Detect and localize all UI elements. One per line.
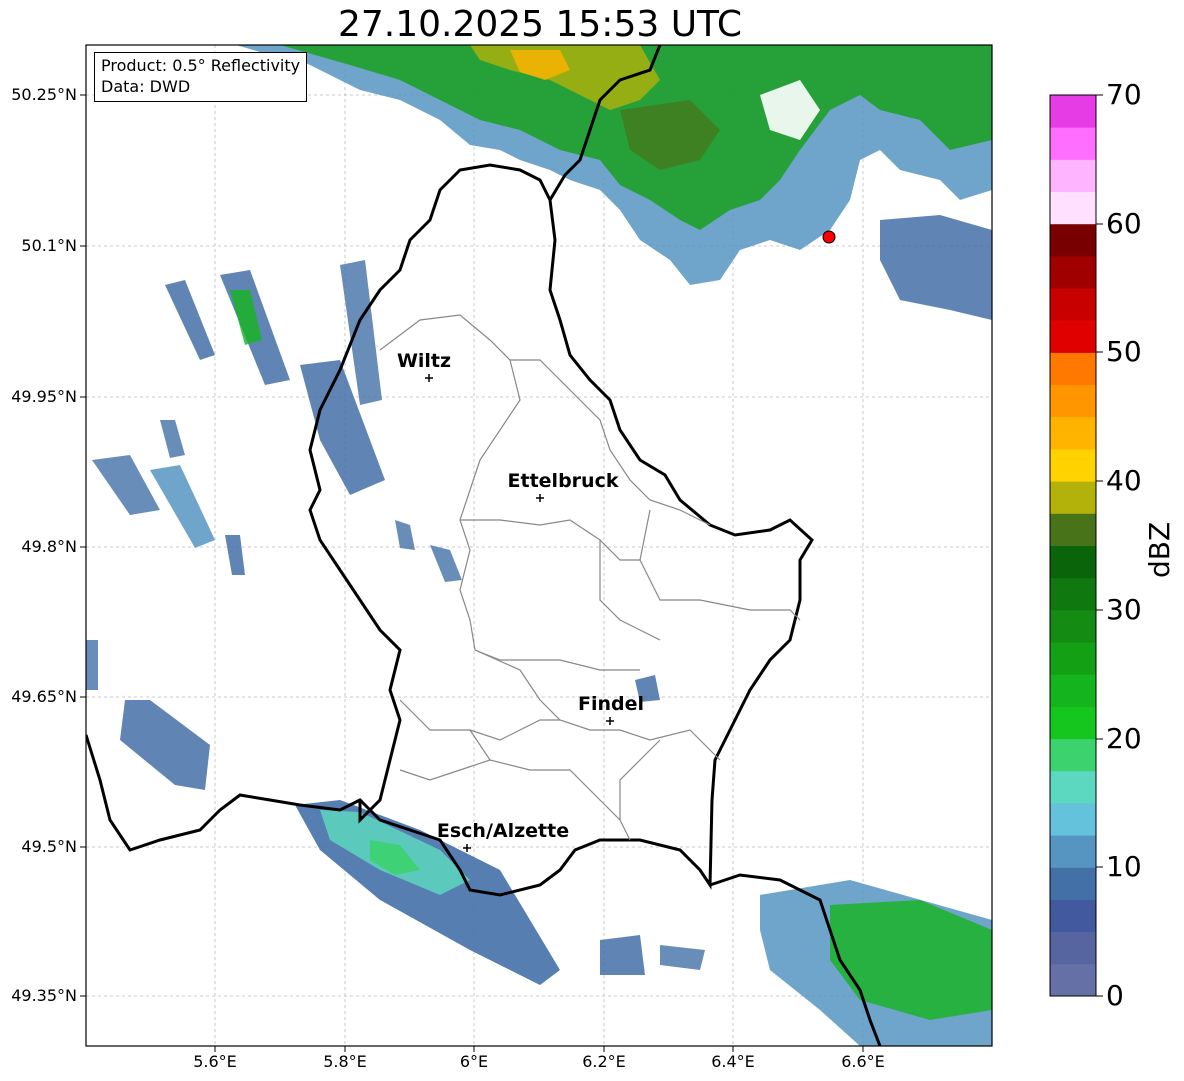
colorbar-segment bbox=[1050, 963, 1096, 997]
echo-west-edge bbox=[86, 640, 98, 690]
colorbar bbox=[1050, 95, 1096, 997]
city-label-esch-alzette: Esch/Alzette bbox=[436, 820, 570, 842]
colorbar-segment bbox=[1050, 770, 1096, 804]
colorbar-segment bbox=[1050, 738, 1096, 772]
colorbar-segment bbox=[1050, 481, 1096, 514]
colorbar-segment bbox=[1050, 95, 1096, 128]
colorbar-segment bbox=[1050, 609, 1096, 643]
lat-label: 49.65°N bbox=[11, 687, 77, 706]
lat-label: 50.1°N bbox=[21, 236, 77, 255]
colorbar-segment bbox=[1050, 513, 1096, 546]
colorbar-tick-label: 20 bbox=[1106, 722, 1142, 755]
lat-label: 50.25°N bbox=[11, 85, 77, 104]
lon-label: 6.2°E bbox=[582, 1052, 626, 1071]
colorbar-segment bbox=[1050, 642, 1096, 675]
colorbar-tick-label: 60 bbox=[1106, 207, 1142, 240]
colorbar-segment bbox=[1050, 835, 1096, 868]
city-label-ettelbruck: Ettelbruck bbox=[507, 470, 619, 492]
colorbar-segment bbox=[1050, 899, 1096, 933]
colorbar-tick-label: 50 bbox=[1106, 335, 1142, 368]
lon-label: 6.6°E bbox=[841, 1052, 885, 1071]
colorbar-segment bbox=[1050, 127, 1096, 160]
product-label: Product: 0.5° Reflectivity bbox=[101, 56, 301, 75]
colorbar-tick-label: 70 bbox=[1106, 78, 1142, 111]
colorbar-segment bbox=[1050, 706, 1096, 740]
colorbar-segment bbox=[1050, 931, 1096, 965]
colorbar-segment bbox=[1050, 674, 1096, 707]
colorbar-segment bbox=[1050, 802, 1096, 836]
echo-south-small bbox=[600, 935, 645, 975]
lon-label: 5.6°E bbox=[193, 1052, 237, 1071]
colorbar-segment bbox=[1050, 288, 1096, 321]
colorbar-segment bbox=[1050, 352, 1096, 386]
colorbar-segment bbox=[1050, 223, 1096, 257]
colorbar-segment bbox=[1050, 384, 1096, 418]
colorbar-segment bbox=[1050, 159, 1096, 193]
colorbar-segment bbox=[1050, 191, 1096, 225]
lon-label: 6°E bbox=[459, 1052, 489, 1071]
colorbar-segment bbox=[1050, 320, 1096, 353]
colorbar-tick-label: 10 bbox=[1106, 850, 1142, 883]
colorbar-segment bbox=[1050, 577, 1096, 611]
colorbar-segment bbox=[1050, 255, 1096, 289]
colorbar-tick-label: 40 bbox=[1106, 464, 1142, 497]
radar-site-marker bbox=[822, 230, 836, 244]
lat-label: 49.8°N bbox=[21, 537, 77, 556]
colorbar-tick-label: 30 bbox=[1106, 593, 1142, 626]
lon-label: 5.8°E bbox=[323, 1052, 367, 1071]
map-title: 27.10.2025 15:53 UTC bbox=[337, 4, 743, 45]
colorbar-segment bbox=[1050, 416, 1096, 450]
city-label-findel: Findel bbox=[577, 693, 645, 715]
city-label-wiltz: Wiltz bbox=[396, 350, 452, 372]
lat-label: 49.35°N bbox=[11, 986, 77, 1005]
colorbar-segment bbox=[1050, 545, 1096, 579]
lon-label: 6.4°E bbox=[711, 1052, 755, 1071]
data-source-label: Data: DWD bbox=[101, 77, 191, 96]
radar-map bbox=[80, 44, 1103, 1052]
colorbar-unit-label: dBZ bbox=[1143, 521, 1176, 578]
colorbar-segment bbox=[1050, 448, 1096, 482]
colorbar-tick-label: 0 bbox=[1106, 979, 1124, 1012]
lat-label: 49.5°N bbox=[21, 837, 77, 856]
product-info-box: Product: 0.5° Reflectivity Data: DWD bbox=[94, 52, 308, 102]
colorbar-segment bbox=[1050, 867, 1096, 900]
colorbar-ticks bbox=[1096, 94, 1103, 997]
lat-label: 49.95°N bbox=[11, 387, 77, 406]
